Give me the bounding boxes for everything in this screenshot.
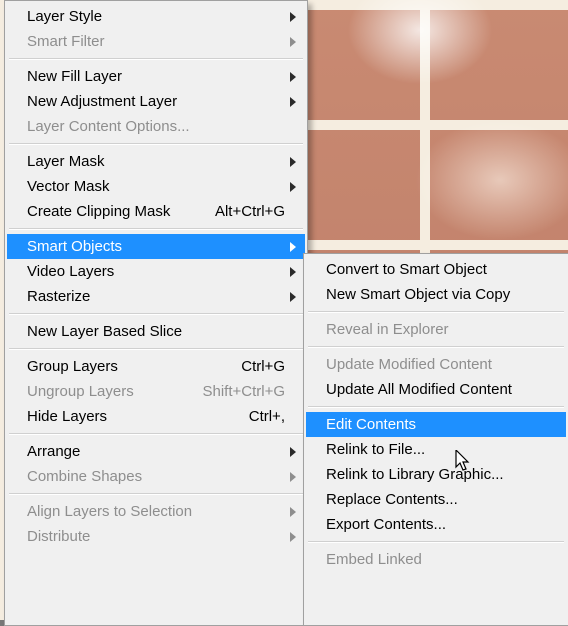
menu-separator — [9, 493, 303, 495]
menu-smart-objects[interactable]: Smart Objects — [7, 234, 305, 259]
menu-label: Vector Mask — [27, 178, 285, 195]
menu-label: Arrange — [27, 443, 285, 460]
menu-separator — [9, 228, 303, 230]
menu-label: Relink to File... — [326, 441, 546, 458]
submenu-export-contents[interactable]: Export Contents... — [306, 512, 566, 537]
menu-label: New Adjustment Layer — [27, 93, 285, 110]
menu-video-layers[interactable]: Video Layers — [7, 259, 305, 284]
submenu-embed-linked: Embed Linked — [306, 547, 566, 572]
submenu-new-smart-object-via-copy[interactable]: New Smart Object via Copy — [306, 282, 566, 307]
menu-label: Edit Contents — [326, 416, 546, 433]
menu-separator — [308, 311, 564, 313]
menu-label: Embed Linked — [326, 551, 546, 568]
submenu-arrow-icon — [289, 507, 297, 517]
menu-label: Layer Content Options... — [27, 118, 285, 135]
submenu-relink-to-file[interactable]: Relink to File... — [306, 437, 566, 462]
menu-label: Export Contents... — [326, 516, 546, 533]
menu-smart-filter: Smart Filter — [7, 29, 305, 54]
menu-label: New Layer Based Slice — [27, 323, 285, 340]
submenu-arrow-icon — [289, 472, 297, 482]
menu-separator — [9, 143, 303, 145]
menu-label: Replace Contents... — [326, 491, 546, 508]
menu-shortcut: Alt+Ctrl+G — [215, 203, 285, 220]
submenu-arrow-icon — [289, 267, 297, 277]
submenu-replace-contents[interactable]: Replace Contents... — [306, 487, 566, 512]
submenu-arrow-icon — [289, 157, 297, 167]
submenu-arrow-icon — [289, 37, 297, 47]
menu-label: Create Clipping Mask — [27, 203, 203, 220]
menu-layer-mask[interactable]: Layer Mask — [7, 149, 305, 174]
menu-separator — [308, 346, 564, 348]
menu-separator — [308, 406, 564, 408]
submenu-arrow-icon — [289, 72, 297, 82]
menu-vector-mask[interactable]: Vector Mask — [7, 174, 305, 199]
submenu-update-modified-content: Update Modified Content — [306, 352, 566, 377]
menu-label: Convert to Smart Object — [326, 261, 546, 278]
menu-label: Rasterize — [27, 288, 285, 305]
menu-label: Distribute — [27, 528, 285, 545]
menu-label: New Fill Layer — [27, 68, 285, 85]
submenu-relink-to-library-graphic[interactable]: Relink to Library Graphic... — [306, 462, 566, 487]
menu-separator — [9, 58, 303, 60]
submenu-arrow-icon — [289, 12, 297, 22]
menu-shortcut: Shift+Ctrl+G — [202, 383, 285, 400]
submenu-arrow-icon — [289, 532, 297, 542]
menu-label: Video Layers — [27, 263, 285, 280]
submenu-arrow-icon — [289, 447, 297, 457]
menu-label: Ungroup Layers — [27, 383, 190, 400]
submenu-arrow-icon — [289, 97, 297, 107]
menu-combine-shapes: Combine Shapes — [7, 464, 305, 489]
layer-context-menu: Layer Style Smart Filter New Fill Layer … — [4, 0, 308, 626]
menu-layer-content-options: Layer Content Options... — [7, 114, 305, 139]
menu-new-adjustment-layer[interactable]: New Adjustment Layer — [7, 89, 305, 114]
menu-label: Layer Style — [27, 8, 285, 25]
menu-arrange[interactable]: Arrange — [7, 439, 305, 464]
submenu-arrow-icon — [289, 182, 297, 192]
menu-label: Group Layers — [27, 358, 229, 375]
menu-separator — [9, 348, 303, 350]
menu-label: Combine Shapes — [27, 468, 285, 485]
menu-shortcut: Ctrl+, — [249, 408, 285, 425]
submenu-arrow-icon — [289, 242, 297, 252]
menu-label: Align Layers to Selection — [27, 503, 285, 520]
menu-layer-style[interactable]: Layer Style — [7, 4, 305, 29]
menu-separator — [9, 313, 303, 315]
menu-hide-layers[interactable]: Hide Layers Ctrl+, — [7, 404, 305, 429]
menu-distribute: Distribute — [7, 524, 305, 549]
submenu-arrow-icon — [289, 292, 297, 302]
submenu-update-all-modified-content[interactable]: Update All Modified Content — [306, 377, 566, 402]
menu-label: Reveal in Explorer — [326, 321, 546, 338]
submenu-convert-to-smart-object[interactable]: Convert to Smart Object — [306, 257, 566, 282]
menu-ungroup-layers: Ungroup Layers Shift+Ctrl+G — [7, 379, 305, 404]
menu-label: Smart Filter — [27, 33, 285, 50]
menu-label: New Smart Object via Copy — [326, 286, 546, 303]
menu-create-clipping-mask[interactable]: Create Clipping Mask Alt+Ctrl+G — [7, 199, 305, 224]
menu-label: Relink to Library Graphic... — [326, 466, 546, 483]
menu-label: Layer Mask — [27, 153, 285, 170]
menu-shortcut: Ctrl+G — [241, 358, 285, 375]
menu-label: Hide Layers — [27, 408, 237, 425]
menu-separator — [308, 541, 564, 543]
menu-group-layers[interactable]: Group Layers Ctrl+G — [7, 354, 305, 379]
menu-label: Smart Objects — [27, 238, 285, 255]
menu-label: Update Modified Content — [326, 356, 546, 373]
menu-label: Update All Modified Content — [326, 381, 546, 398]
menu-align-layers-to-selection: Align Layers to Selection — [7, 499, 305, 524]
submenu-reveal-in-explorer: Reveal in Explorer — [306, 317, 566, 342]
menu-rasterize[interactable]: Rasterize — [7, 284, 305, 309]
menu-separator — [9, 433, 303, 435]
menu-new-layer-based-slice[interactable]: New Layer Based Slice — [7, 319, 305, 344]
smart-objects-submenu: Convert to Smart Object New Smart Object… — [303, 253, 568, 626]
submenu-edit-contents[interactable]: Edit Contents — [306, 412, 566, 437]
menu-new-fill-layer[interactable]: New Fill Layer — [7, 64, 305, 89]
